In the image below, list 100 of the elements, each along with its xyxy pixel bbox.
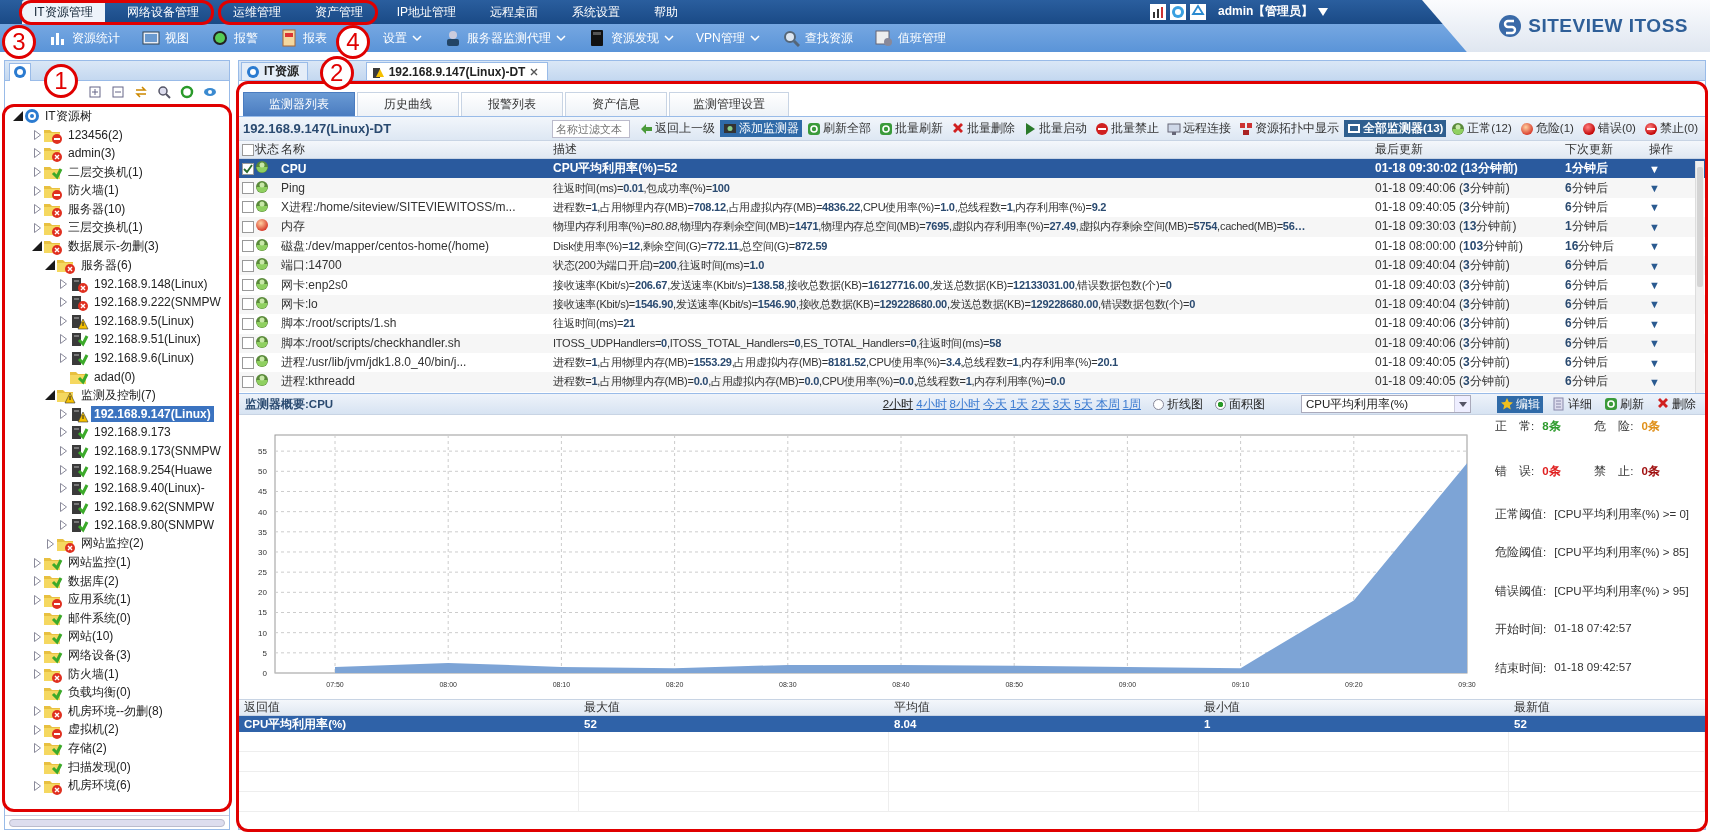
- toolbar-button[interactable]: 刷新: [1601, 395, 1647, 413]
- tree-item[interactable]: 192.168.9.173(SNMPW: [91, 443, 224, 459]
- time-range-link[interactable]: 1天: [1009, 396, 1029, 412]
- time-range-link[interactable]: 今天: [982, 396, 1007, 412]
- tree-item[interactable]: 负载均衡(0): [65, 683, 134, 703]
- radio-option[interactable]: 面积图: [1215, 396, 1265, 412]
- time-range-link[interactable]: 5天: [1074, 396, 1093, 412]
- menu-item[interactable]: 远程桌面: [478, 0, 550, 24]
- checkbox[interactable]: [242, 220, 254, 233]
- tab[interactable]: 监测管理设置: [669, 92, 789, 116]
- action-menu[interactable]: ▼: [1649, 376, 1660, 388]
- time-range-link[interactable]: 8小时: [949, 396, 980, 412]
- toolbar-button[interactable]: 删除: [1653, 395, 1699, 413]
- tree-item[interactable]: 存储(2): [65, 739, 110, 758]
- tree-item[interactable]: 机房环境--勿删(8): [65, 701, 166, 721]
- tree-item[interactable]: 192.168.9.80(SNMPW: [91, 517, 218, 534]
- tree-item[interactable]: 网站(10): [65, 627, 117, 647]
- metric-dropdown[interactable]: CPU平均利用率(%): [1301, 395, 1471, 413]
- status-filter[interactable]: 危险(1): [1516, 120, 1577, 137]
- tree-item[interactable]: 机房环境(6): [65, 776, 134, 796]
- tree-item[interactable]: adad(0): [91, 368, 139, 385]
- radio-option[interactable]: 折线图: [1153, 396, 1203, 412]
- tree-item[interactable]: 192.168.9.222(SNMPW: [91, 294, 224, 311]
- action-menu[interactable]: ▼: [1649, 279, 1660, 292]
- tree-item[interactable]: 192.168.9.173: [91, 424, 174, 441]
- status-filter[interactable]: 全部监测器(13): [1343, 120, 1447, 137]
- status-filter[interactable]: 错误(0): [1578, 120, 1639, 137]
- tree-item[interactable]: 数据库(2): [65, 571, 122, 591]
- toolbar-button[interactable]: 批量禁止: [1091, 120, 1162, 137]
- action-menu[interactable]: ▼: [1649, 162, 1660, 175]
- tree-item[interactable]: 防火墙(1): [65, 181, 122, 201]
- tree-item[interactable]: 服务器(10): [65, 199, 129, 219]
- menu-item[interactable]: 运维管理: [220, 0, 293, 24]
- tree-item[interactable]: 数据展示-勿删(3): [65, 236, 162, 256]
- table-row[interactable]: CPU平均利用率(%) 52 8.04 1 52: [239, 716, 1705, 732]
- tree-item[interactable]: 扫描发现(0): [65, 757, 134, 777]
- tree-item[interactable]: 防火墙(1): [65, 664, 122, 684]
- tree-item[interactable]: 192.168.9.51(Linux): [91, 331, 204, 348]
- time-range-link[interactable]: 本周: [1095, 396, 1120, 412]
- tree-item[interactable]: 123456(2): [65, 126, 126, 143]
- menu-item[interactable]: 资产管理: [302, 0, 375, 24]
- collapse-arrow-icon[interactable]: [11, 110, 24, 123]
- refresh-icon[interactable]: [180, 85, 194, 99]
- tree-item[interactable]: admin(3): [65, 145, 119, 162]
- checkbox[interactable]: [242, 162, 254, 175]
- status-filter[interactable]: 禁止(0): [1640, 120, 1701, 137]
- tab[interactable]: 192.168.9.147(Linux)-DT: [365, 62, 549, 80]
- time-range-link[interactable]: 4小时: [916, 396, 947, 412]
- filter-field[interactable]: 名称过滤文本: [551, 119, 630, 138]
- checkbox[interactable]: [242, 317, 254, 330]
- eye-icon[interactable]: [203, 85, 217, 99]
- checkbox[interactable]: [242, 356, 254, 369]
- collapse-arrow-icon[interactable]: [30, 240, 43, 253]
- checkbox[interactable]: [242, 201, 254, 214]
- toolbar-button[interactable]: 批量启动: [1019, 120, 1090, 137]
- time-range-link[interactable]: 3天: [1052, 396, 1072, 412]
- tree-item[interactable]: 网站监控(1): [65, 553, 134, 573]
- action-menu[interactable]: ▼: [1649, 182, 1660, 195]
- tree-item[interactable]: 邮件系统(0): [65, 608, 134, 628]
- tree-item[interactable]: 服务器(6): [78, 255, 135, 275]
- action-menu[interactable]: ▼: [1649, 240, 1660, 253]
- checkbox[interactable]: [242, 376, 254, 388]
- swap-icon[interactable]: [134, 85, 148, 99]
- action-menu[interactable]: ▼: [1649, 201, 1660, 214]
- vertical-scrollbar[interactable]: [1695, 161, 1704, 393]
- checkbox[interactable]: [242, 259, 254, 272]
- tree-item[interactable]: 192.168.9.5(Linux): [91, 312, 198, 329]
- toolbar-button[interactable]: 批量删除: [947, 120, 1018, 137]
- expand-all-icon[interactable]: [88, 85, 102, 99]
- toolbar-button[interactable]: 添加监测器: [719, 120, 802, 137]
- toolbar-button[interactable]: 刷新全部: [803, 120, 874, 137]
- menu-item[interactable]: 帮助: [642, 0, 690, 24]
- checkbox[interactable]: [242, 143, 254, 156]
- horizontal-scrollbar[interactable]: [5, 815, 229, 829]
- close-icon[interactable]: [529, 66, 540, 77]
- action-menu[interactable]: ▼: [1649, 337, 1660, 350]
- tree-item[interactable]: IT资源树: [42, 106, 95, 126]
- tree-item[interactable]: 192.168.9.62(SNMPW: [91, 498, 218, 515]
- checkbox[interactable]: [242, 279, 254, 292]
- action-menu[interactable]: ▼: [1649, 356, 1660, 369]
- toolbar-button[interactable]: 返回上一级: [635, 120, 718, 137]
- collapse-arrow-icon[interactable]: [43, 259, 56, 272]
- tab[interactable]: 监测器列表: [243, 92, 355, 116]
- tree-item[interactable]: 192.168.9.148(Linux): [91, 275, 211, 292]
- tree-item[interactable]: 二层交换机(1): [65, 162, 146, 182]
- action-menu[interactable]: ▼: [1649, 220, 1660, 233]
- tree-item[interactable]: 三层交换机(1): [65, 218, 146, 238]
- checkbox[interactable]: [242, 182, 254, 195]
- status-filter[interactable]: 正常(12): [1448, 120, 1515, 137]
- panel-tab[interactable]: [9, 62, 31, 81]
- tree-item[interactable]: 监测及控制(7): [78, 385, 159, 405]
- toolbar-button[interactable]: 批量刷新: [875, 120, 946, 137]
- toolbar-button[interactable]: 远程连接: [1163, 120, 1234, 137]
- action-menu[interactable]: ▼: [1649, 317, 1660, 330]
- tab[interactable]: 资产信息: [565, 92, 667, 116]
- tree-item[interactable]: 192.168.9.147(Linux): [91, 405, 214, 422]
- tree-item[interactable]: 虚拟机(2): [65, 720, 122, 740]
- tab[interactable]: 报警列表: [461, 92, 563, 116]
- checkbox[interactable]: [242, 298, 254, 311]
- action-menu[interactable]: ▼: [1649, 298, 1660, 311]
